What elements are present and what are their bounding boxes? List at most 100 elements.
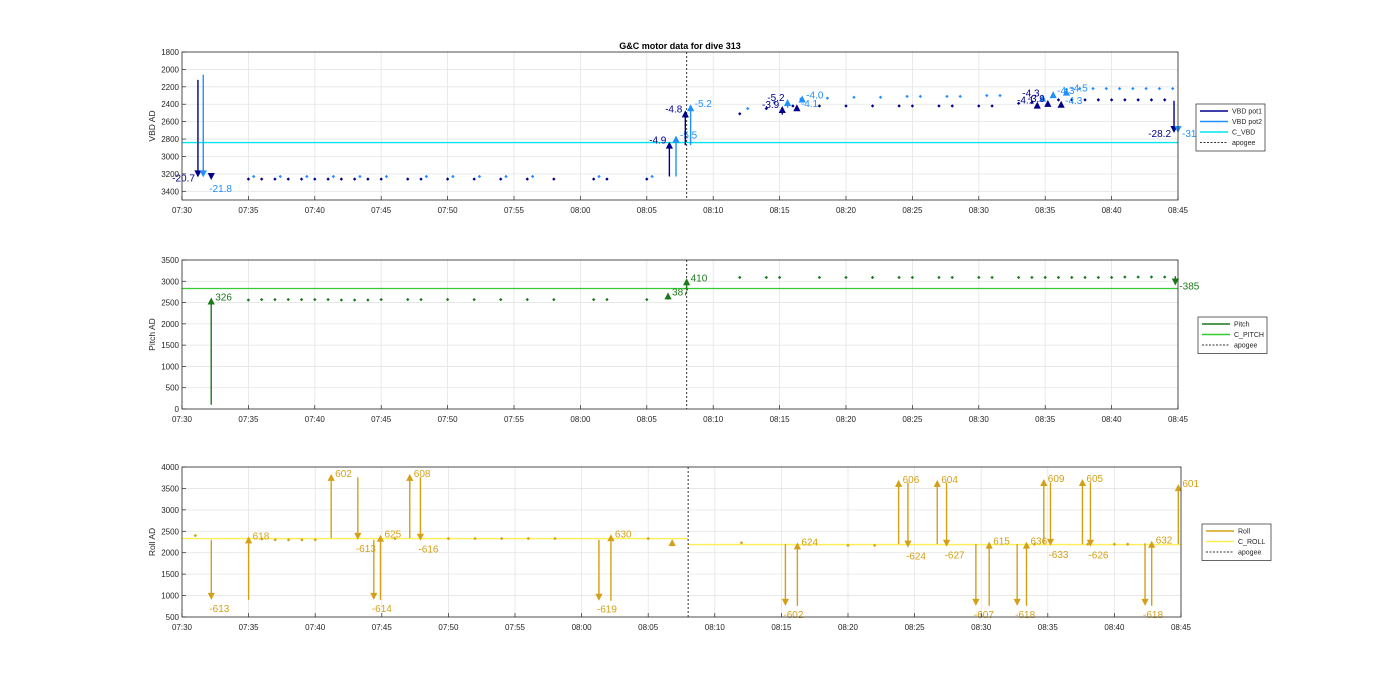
x-tick-label: 08:20: [836, 415, 857, 424]
x-tick-label: 07:45: [371, 415, 392, 424]
x-tick-label: 08:35: [1035, 415, 1056, 424]
x-tick-label: 08:10: [705, 623, 726, 632]
event-label: -5.5: [680, 131, 698, 142]
event-label: 632: [1156, 536, 1173, 547]
event-label: -613: [209, 604, 229, 615]
y-tick-label: 0: [175, 405, 180, 414]
x-tick-label: 07:35: [238, 206, 259, 215]
legend-entry: VBD pot2: [1232, 119, 1262, 126]
event-label: -21.8: [209, 184, 232, 195]
event-arrow: 601: [1174, 479, 1199, 545]
event-label: 606: [903, 475, 920, 486]
event-label: -5.2: [695, 99, 713, 110]
event-label: -616: [418, 545, 438, 556]
event-label: 605: [1086, 474, 1103, 485]
figure: G&C motor data for dive 313 -20.7-21.8-4…: [147, 41, 1272, 632]
event-label: -626: [1088, 551, 1108, 562]
x-tick-label: 07:30: [172, 415, 193, 424]
event-label: -624: [906, 552, 926, 563]
y-tick-label: 2000: [161, 320, 179, 329]
x-tick-label: 08:30: [969, 206, 990, 215]
event-label: -618: [1015, 610, 1035, 621]
legend-entry: apogee: [1232, 140, 1255, 147]
event-label: 625: [384, 530, 401, 541]
legend: Pitch C_PITCHapogee: [1197, 316, 1268, 354]
y-tick-label: 3000: [161, 277, 179, 286]
x-tick-label: 08:15: [771, 623, 792, 632]
event-label: 608: [414, 469, 431, 480]
x-tick-label: 07:50: [438, 623, 459, 632]
x-tick-label: 07:50: [438, 206, 459, 215]
x-tick-label: 07:40: [305, 206, 326, 215]
x-tick-label: 08:35: [1038, 623, 1059, 632]
x-tick-label: 08:45: [1168, 206, 1189, 215]
event-label: -4.5: [1070, 84, 1088, 95]
legend-entry: apogee: [1238, 550, 1261, 557]
event-label: -633: [1048, 550, 1068, 561]
x-tick-label: 08:05: [638, 623, 659, 632]
event-label: 636: [1030, 537, 1047, 548]
chart-panel-3: -613618602-613-614625608-616-619630-6026…: [147, 463, 1272, 632]
y-tick-label: 2400: [161, 100, 179, 109]
y-tick-label: 2000: [161, 549, 179, 558]
figure-title: G&C motor data for dive 313: [619, 41, 741, 51]
y-tick-label: 2200: [161, 83, 179, 92]
x-tick-label: 07:55: [505, 623, 526, 632]
event-label: -618: [1143, 610, 1163, 621]
y-axis-label: Pitch AD: [147, 318, 157, 351]
legend-entry: Pitch: [1234, 322, 1250, 329]
y-tick-label: 1500: [161, 341, 179, 350]
x-tick-label: 08:05: [637, 415, 658, 424]
y-tick-label: 4000: [161, 463, 179, 472]
x-tick-label: 07:35: [238, 415, 259, 424]
x-tick-label: 08:10: [703, 206, 724, 215]
y-tick-label: 1500: [161, 570, 179, 579]
x-tick-label: 07:30: [172, 206, 193, 215]
x-tick-label: 07:45: [371, 206, 392, 215]
panels: -20.7-21.8-4.9 -5.5-4.8 -5.2 -3.9-5.2-4.1-4…: [147, 48, 1272, 632]
event-label: -4.9: [649, 136, 667, 147]
event-label: -627: [945, 551, 965, 562]
x-tick-label: 08:20: [838, 623, 859, 632]
y-tick-label: 2500: [161, 299, 179, 308]
x-tick-label: 08:05: [637, 206, 658, 215]
event-label: 602: [335, 469, 352, 480]
y-tick-label: 1000: [161, 592, 179, 601]
x-tick-label: 08:35: [1035, 206, 1056, 215]
legend: Roll C_ROLLapogee: [1201, 523, 1272, 561]
x-tick-label: 07:50: [438, 415, 459, 424]
chart-panel-2: 326 387410 -385 07:30 07:35 07:40 07:45 07:50 07…: [147, 256, 1268, 424]
event-label: -28.2: [1148, 129, 1171, 140]
x-tick-label: 08:30: [971, 623, 992, 632]
x-tick-label: 08:30: [969, 415, 990, 424]
legend-entry: C_VBD: [1232, 130, 1255, 137]
legend-entry: C_ROLL: [1238, 539, 1265, 546]
x-tick-label: 07:30: [172, 623, 193, 632]
x-tick-label: 07:35: [239, 623, 260, 632]
y-tick-label: 2800: [161, 135, 179, 144]
x-tick-label: 07:40: [305, 623, 326, 632]
plot-area: [182, 52, 1178, 200]
x-tick-label: 08:25: [902, 206, 923, 215]
legend-entry: Roll: [1238, 529, 1251, 536]
x-tick-label: 08:25: [905, 623, 926, 632]
x-tick-label: 08:00: [572, 623, 593, 632]
x-tick-label: 08:20: [836, 206, 857, 215]
x-tick-label: 08:40: [1102, 206, 1123, 215]
event-label: -607: [974, 610, 994, 621]
event-label: 615: [993, 537, 1010, 548]
y-tick-label: 2600: [161, 118, 179, 127]
event-label: -31: [1182, 129, 1197, 140]
event-label: 387: [672, 287, 689, 298]
x-tick-label: 07:45: [372, 623, 393, 632]
x-tick-label: 08:10: [703, 415, 724, 424]
y-tick-label: 3000: [161, 506, 179, 515]
legend-entry: C_PITCH: [1234, 332, 1264, 339]
y-tick-label: 3400: [161, 187, 179, 196]
y-tick-label: 3200: [161, 170, 179, 179]
event-label: -4.3: [1065, 96, 1083, 107]
plot-area: [182, 260, 1178, 409]
x-tick-label: 08:25: [902, 415, 923, 424]
event-label: -3.9: [1028, 94, 1046, 105]
legend-entry: VBD pot1: [1232, 109, 1262, 116]
